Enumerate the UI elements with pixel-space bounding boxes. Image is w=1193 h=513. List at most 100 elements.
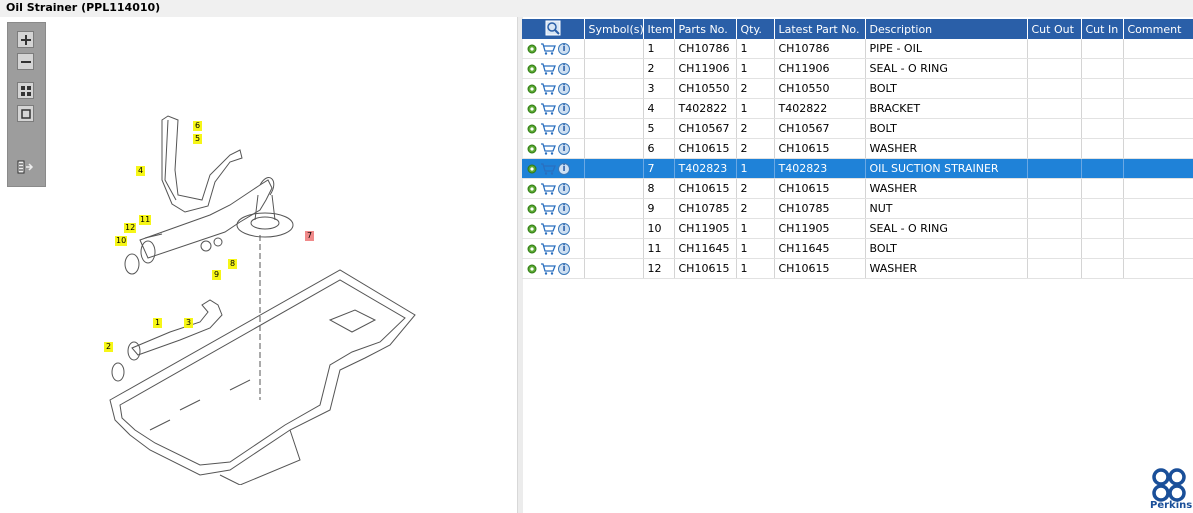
comment-cell[interactable] [1123,118,1193,139]
cut-in-cell[interactable] [1081,118,1124,139]
cart-icon[interactable] [540,82,556,95]
comment-cell[interactable] [1123,178,1193,199]
table-row[interactable]: i 8 CH10615 2 CH10615 WASHER [522,178,1193,199]
symbols-cell[interactable] [584,178,644,199]
table-row[interactable]: i 2 CH11906 1 CH11906 SEAL - O RING [522,58,1193,79]
cart-icon[interactable] [540,162,556,175]
item-cell[interactable]: 3 [643,78,675,99]
latest-part-cell[interactable]: CH10615 [774,138,866,159]
gear-icon[interactable] [526,103,538,115]
item-cell[interactable]: 7 [643,158,675,179]
cut-out-cell[interactable] [1027,118,1082,139]
qty-cell[interactable]: 1 [736,158,775,179]
cart-icon[interactable] [540,222,556,235]
description-cell[interactable]: BOLT [865,118,1028,139]
fit-all-icon[interactable] [17,82,34,99]
callout-6[interactable]: 6 [193,121,202,131]
item-cell[interactable]: 1 [643,39,675,59]
info-icon[interactable]: i [558,222,570,235]
item-cell[interactable]: 12 [643,258,675,279]
column-header-parts-no[interactable]: Parts No. [674,19,737,39]
symbols-cell[interactable] [584,78,644,99]
qty-cell[interactable]: 2 [736,198,775,219]
column-header-qty[interactable]: Qty. [736,19,775,39]
table-row[interactable]: i 7 T402823 1 T402823 OIL SUCTION STRAINER [522,158,1193,179]
cut-out-cell[interactable] [1027,138,1082,159]
part-number-cell[interactable]: CH10786 [674,39,737,59]
gear-icon[interactable] [526,223,538,235]
latest-part-cell[interactable]: CH11905 [774,218,866,239]
search-parts-icon[interactable] [545,20,561,36]
latest-part-cell[interactable]: CH11906 [774,58,866,79]
callout-3[interactable]: 3 [184,318,193,328]
info-icon[interactable]: i [558,182,570,195]
cut-out-cell[interactable] [1027,258,1082,279]
cart-icon[interactable] [540,62,556,75]
part-number-cell[interactable]: CH10615 [674,258,737,279]
cut-in-cell[interactable] [1081,238,1124,259]
item-cell[interactable]: 4 [643,98,675,119]
gear-icon[interactable] [526,183,538,195]
cut-in-cell[interactable] [1081,178,1124,199]
cart-icon[interactable] [540,242,556,255]
gear-icon[interactable] [526,203,538,215]
gear-icon[interactable] [526,63,538,75]
cut-out-cell[interactable] [1027,58,1082,79]
comment-cell[interactable] [1123,78,1193,99]
cut-in-cell[interactable] [1081,138,1124,159]
cart-icon[interactable] [540,182,556,195]
item-cell[interactable]: 8 [643,178,675,199]
cart-icon[interactable] [540,122,556,135]
qty-cell[interactable]: 1 [736,218,775,239]
table-row[interactable]: i 6 CH10615 2 CH10615 WASHER [522,138,1193,159]
cart-icon[interactable] [540,262,556,275]
symbols-cell[interactable] [584,198,644,219]
zoom-out-icon[interactable] [17,53,34,70]
item-cell[interactable]: 5 [643,118,675,139]
symbols-cell[interactable] [584,39,644,59]
part-number-cell[interactable]: T402823 [674,158,737,179]
callout-1[interactable]: 1 [153,318,162,328]
part-number-cell[interactable]: CH10567 [674,118,737,139]
description-cell[interactable]: SEAL - O RING [865,58,1028,79]
cut-in-cell[interactable] [1081,98,1124,119]
part-number-cell[interactable]: CH10785 [674,198,737,219]
qty-cell[interactable]: 2 [736,78,775,99]
cut-out-cell[interactable] [1027,218,1082,239]
item-cell[interactable]: 10 [643,218,675,239]
description-cell[interactable]: WASHER [865,178,1028,199]
latest-part-cell[interactable]: CH10615 [774,258,866,279]
info-icon[interactable]: i [558,122,570,135]
latest-part-cell[interactable]: T402823 [774,158,866,179]
cart-icon[interactable] [540,142,556,155]
cut-out-cell[interactable] [1027,238,1082,259]
callout-2[interactable]: 2 [104,342,113,352]
info-icon[interactable]: i [558,62,570,75]
qty-cell[interactable]: 1 [736,39,775,59]
cart-icon[interactable] [540,102,556,115]
info-icon[interactable]: i [558,202,570,215]
description-cell[interactable]: SEAL - O RING [865,218,1028,239]
column-header-tools[interactable] [522,19,585,39]
column-header-latest-part[interactable]: Latest Part No. [774,19,866,39]
latest-part-cell[interactable]: CH10550 [774,78,866,99]
info-icon[interactable]: i [558,42,570,55]
cut-out-cell[interactable] [1027,198,1082,219]
cut-in-cell[interactable] [1081,218,1124,239]
table-row[interactable]: i 3 CH10550 2 CH10550 BOLT [522,78,1193,99]
cut-in-cell[interactable] [1081,78,1124,99]
latest-part-cell[interactable]: CH10615 [774,178,866,199]
callout-12[interactable]: 12 [124,223,137,233]
symbols-cell[interactable] [584,98,644,119]
fit-window-icon[interactable] [17,105,34,122]
gear-icon[interactable] [526,243,538,255]
info-icon[interactable]: i [558,102,570,115]
gear-icon[interactable] [526,83,538,95]
column-header-item[interactable]: Item [643,19,675,39]
table-row[interactable]: i 9 CH10785 2 CH10785 NUT [522,198,1193,219]
qty-cell[interactable]: 1 [736,238,775,259]
qty-cell[interactable]: 1 [736,58,775,79]
gear-icon[interactable] [526,123,538,135]
qty-cell[interactable]: 2 [736,118,775,139]
info-icon[interactable]: i [558,142,570,155]
